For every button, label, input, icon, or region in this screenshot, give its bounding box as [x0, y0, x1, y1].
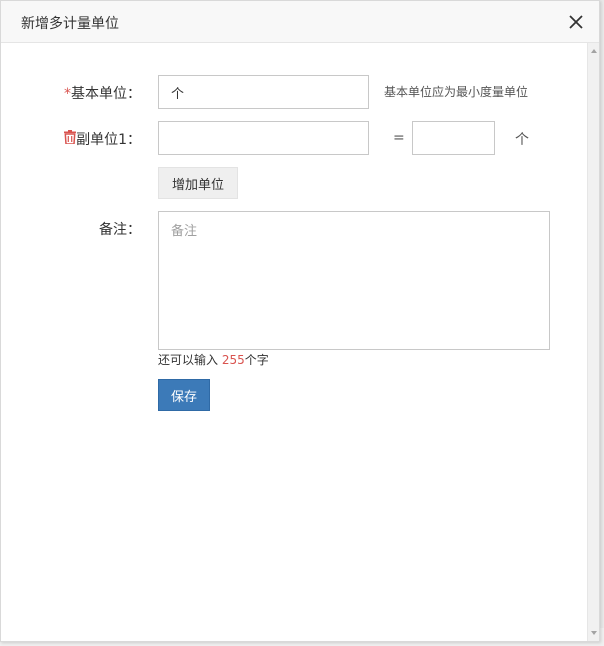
- remark-textarea[interactable]: [158, 211, 550, 350]
- dialog-scrollbar[interactable]: [587, 43, 599, 641]
- dialog-title: 新增多计量单位: [21, 16, 119, 32]
- char-counter: 还可以输入 255个字: [158, 351, 269, 368]
- char-counter-prefix: 还可以输入: [158, 353, 222, 367]
- base-unit-input[interactable]: [158, 75, 369, 109]
- required-mark: *: [64, 86, 71, 102]
- remark-label: 备注：: [99, 222, 141, 238]
- char-counter-suffix: 个字: [244, 353, 269, 367]
- base-unit-suffix: 个: [515, 132, 529, 148]
- base-unit-hint: 基本单位应为最小度量单位: [384, 85, 529, 99]
- equals-sign: =: [393, 130, 405, 146]
- sub-unit-input[interactable]: [158, 121, 369, 155]
- sub-unit-label: 副单位1：: [76, 132, 141, 148]
- sub-unit-quantity-input[interactable]: [412, 121, 495, 155]
- dialog-header: 新增多计量单位: [1, 1, 599, 43]
- char-counter-value: 255: [221, 353, 245, 367]
- base-unit-label: *基本单位：: [11, 83, 141, 103]
- scroll-up-arrow-icon[interactable]: [591, 49, 597, 53]
- close-icon[interactable]: [567, 13, 585, 31]
- base-unit-label-text: 基本单位：: [71, 86, 141, 102]
- scroll-down-arrow-icon[interactable]: [591, 631, 597, 635]
- add-unit-button[interactable]: 增加单位: [158, 167, 238, 199]
- add-multi-unit-dialog: 新增多计量单位 *基本单位： 基本单位应为最小度量单位 副单位1： = 个 增加…: [0, 0, 600, 642]
- save-button[interactable]: 保存: [158, 379, 210, 411]
